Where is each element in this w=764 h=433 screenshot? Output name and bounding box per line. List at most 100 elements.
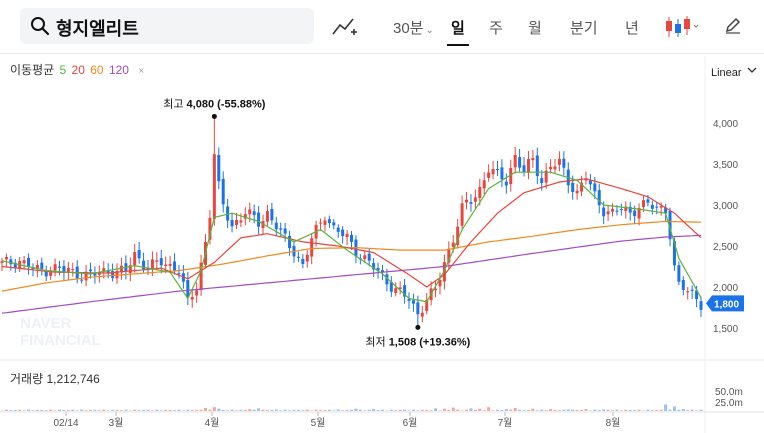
volume-bar <box>252 409 256 411</box>
candle-body <box>323 220 327 225</box>
volume-bar <box>31 410 35 411</box>
candle-body <box>367 253 371 261</box>
candle-body <box>22 260 26 264</box>
high-annotation: 최고 4,080 (-55.88%) <box>163 97 266 110</box>
volume-bar <box>376 410 380 411</box>
volume-bar <box>22 410 26 411</box>
watermark-line-1: NAVER <box>20 315 72 332</box>
y-tick-label: 4,000 <box>713 119 738 130</box>
volume-bar <box>394 410 398 411</box>
volume-bar <box>465 409 469 411</box>
candle-body <box>553 166 557 170</box>
volume-bar <box>230 409 234 411</box>
volume-bar <box>580 410 584 411</box>
candle-body <box>469 202 473 204</box>
volume-bar <box>155 409 159 411</box>
volume-bar <box>150 410 154 411</box>
candle-body <box>190 297 194 300</box>
volume-bar <box>487 407 491 411</box>
volume-bar <box>341 410 345 411</box>
volume-bar <box>495 409 499 411</box>
candle-body <box>522 165 526 172</box>
volume-bar <box>164 409 168 411</box>
candle-body <box>465 199 469 203</box>
volume-bar <box>504 409 508 411</box>
volume-bar <box>9 410 13 411</box>
candle-body <box>279 228 283 230</box>
volume-bar <box>655 409 659 411</box>
candle-body <box>611 209 615 212</box>
volume-bar <box>27 409 31 411</box>
volume-bar <box>535 410 539 411</box>
candle-body <box>239 220 243 223</box>
price-chart[interactable]: NAVERFINANCIAL 4,000 3,500 3,000 2,500 2,000 1… <box>0 0 764 433</box>
candle-body <box>473 197 477 202</box>
volume-bar <box>102 409 106 411</box>
candle-body <box>71 269 75 271</box>
last-price-label: 1,800 <box>714 299 739 310</box>
high-value: 4,080 (-55.88%) <box>187 98 266 110</box>
volume-bar <box>633 410 637 411</box>
volume-bar <box>553 409 557 411</box>
volume-bar <box>261 409 265 411</box>
volume-bar <box>323 410 327 411</box>
candle-body <box>80 279 84 281</box>
y-tick-label: 2,500 <box>713 242 738 253</box>
candle-body <box>53 264 57 271</box>
volume-bar <box>111 409 115 411</box>
candle-body <box>531 157 535 161</box>
low-prefix: 최저 <box>365 335 388 348</box>
candle-body <box>588 180 592 185</box>
volume-bar <box>168 409 172 411</box>
candle-body <box>540 178 544 183</box>
candle-body <box>633 210 637 217</box>
candle-body <box>451 242 455 247</box>
candle-body <box>195 290 199 296</box>
candle-body <box>420 312 424 317</box>
volume-bar <box>615 409 619 411</box>
candle-body <box>252 211 256 216</box>
volume-bar <box>611 410 615 411</box>
volume-bar <box>544 410 548 411</box>
x-tick-label: 02/14 <box>53 418 78 429</box>
volume-bar <box>336 409 340 411</box>
candle-body <box>327 219 331 224</box>
volume-bar <box>212 407 216 411</box>
volume-tick-label: 50.0m <box>715 387 743 398</box>
volume-bar <box>509 409 513 411</box>
volume-bar <box>204 407 208 411</box>
volume-bar <box>80 409 84 411</box>
candle-body <box>305 254 309 262</box>
volume-bar <box>434 408 438 411</box>
volume-bar <box>447 410 451 411</box>
volume-bar <box>4 409 8 411</box>
volume-bar <box>420 409 424 411</box>
candle-body <box>270 208 274 221</box>
volume-bar <box>44 410 48 411</box>
volume-bar <box>606 409 610 411</box>
candle-body <box>283 228 287 234</box>
candle-body <box>265 211 269 222</box>
volume-bar <box>469 408 473 411</box>
volume-bar <box>686 410 690 411</box>
x-tick-label: 5월 <box>311 417 326 429</box>
volume-bar <box>319 410 323 411</box>
volume-tick-label: 25.0m <box>715 398 743 409</box>
candle-body <box>575 190 579 194</box>
volume-bar <box>190 410 194 411</box>
volume-bar <box>624 409 628 411</box>
volume-bar <box>650 410 654 411</box>
volume-bars-group <box>0 404 703 411</box>
candle-body <box>394 288 398 293</box>
low-annotation: 최저 1,508 (+19.36%) <box>365 335 470 348</box>
volume-bar <box>664 404 668 411</box>
candle-body <box>66 267 70 272</box>
volume-bar <box>345 409 349 411</box>
volume-bar <box>491 410 495 411</box>
volume-bar <box>84 410 88 411</box>
candle-body <box>341 229 345 237</box>
volume-bar <box>106 410 110 411</box>
candle-body <box>155 260 159 262</box>
candle-body <box>58 266 62 268</box>
candle-body <box>137 250 141 259</box>
